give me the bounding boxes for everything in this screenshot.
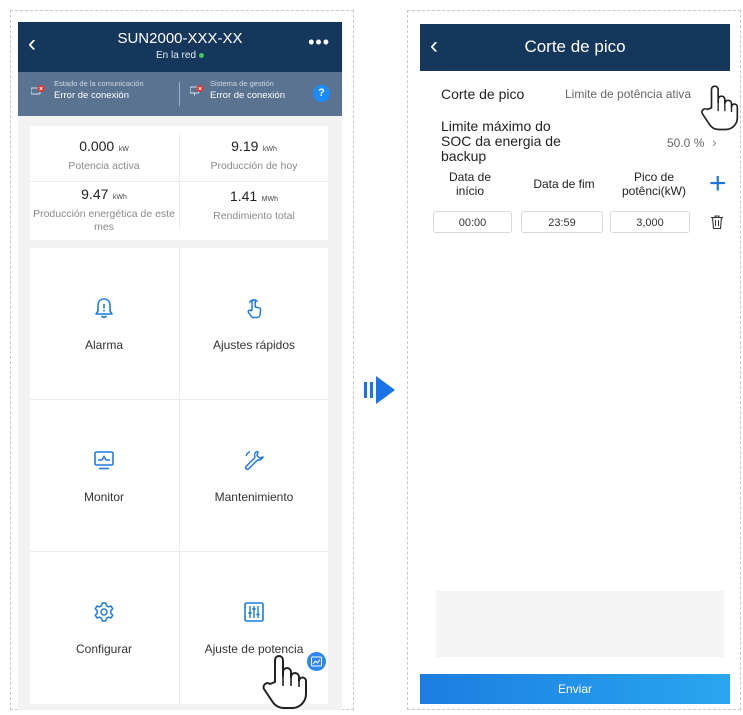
col-start-header: Data de início <box>438 170 502 198</box>
kpi-label: Producción energética de este mes <box>33 208 175 233</box>
wrench-icon <box>244 450 264 471</box>
pointing-hand-icon <box>701 85 739 131</box>
start-time-input[interactable]: 00:00 <box>433 211 512 233</box>
menu-alarma[interactable]: Alarma <box>30 248 178 399</box>
comm-error-icon <box>31 85 45 95</box>
kpi-label: Rendimiento total <box>213 210 295 222</box>
soc-label-line: backup <box>441 148 487 164</box>
bell-icon <box>95 298 113 319</box>
mode-label: Corte de pico <box>441 86 525 102</box>
grid-status: En la red <box>18 50 342 61</box>
submit-button[interactable]: Enviar <box>420 674 730 704</box>
trash-icon[interactable] <box>709 214 725 230</box>
col-peak-line: potênci(kW) <box>621 184 686 198</box>
col-peak-header: Pico de potênci(kW) <box>616 170 692 198</box>
kpi-label: Potencia activa <box>68 160 140 172</box>
kpi-value: 0.000 <box>79 138 115 154</box>
app-header: ‹ SUN2000-XXX-XX En la red ••• <box>18 22 342 72</box>
status-bar: Estado de la comunicación Error de conex… <box>18 72 342 116</box>
menu-label: Configurar <box>75 642 133 656</box>
kpi-active-power: 0.000 kW Potencia activa <box>30 138 178 173</box>
help-button[interactable]: ? <box>313 85 330 102</box>
kpi-value: 9.47 <box>81 186 109 202</box>
app-header: ‹ Corte de pico <box>420 24 730 71</box>
kpi-unit: kWh <box>112 194 127 201</box>
col-start-line: Data de <box>448 170 492 184</box>
end-time-input[interactable]: 23:59 <box>521 211 603 233</box>
chart-badge-icon[interactable] <box>307 652 326 671</box>
function-grid: Alarma Ajustes rápidos Monitor Mantenimi… <box>30 248 328 704</box>
sliders-icon <box>244 602 264 622</box>
menu-mantenimiento[interactable]: Mantenimiento <box>180 400 328 551</box>
grid-status-text: En la red <box>155 50 197 61</box>
chevron-right-icon[interactable]: › <box>712 134 717 150</box>
status-divider <box>179 82 180 106</box>
mgmt-error-icon <box>190 85 204 96</box>
trend-icon <box>311 656 322 667</box>
device-home-screen: ‹ SUN2000-XXX-XX En la red ••• Estado de… <box>18 22 342 710</box>
kpi-today-yield: 9.19 kWh Producción de hoy <box>180 138 328 173</box>
soc-value[interactable]: 50.0 % <box>667 136 704 150</box>
comm-status: Estado de la comunicación Error de conex… <box>54 79 144 101</box>
transition-arrow-icon <box>364 376 395 404</box>
page-title: Corte de pico <box>524 37 626 56</box>
kpi-total-yield: 1.41 MWh Rendimiento total <box>180 188 328 223</box>
kpi-label: Producción de hoy <box>210 160 298 172</box>
empty-info-panel <box>436 591 724 657</box>
comm-status-label: Estado de la comunicación <box>54 79 144 88</box>
soc-label: Limite máximo do SOC da energia de backu… <box>441 119 561 164</box>
more-dots-icon[interactable]: ••• <box>308 32 330 53</box>
col-start-line: início <box>455 184 484 198</box>
menu-label: Mantenimiento <box>214 490 294 504</box>
pointing-hand-icon <box>262 655 307 709</box>
kpi-value: 9.19 <box>231 138 259 154</box>
soc-label-line: SOC da energia de <box>441 133 561 149</box>
touch-icon <box>247 299 262 319</box>
menu-ajustes-rapidos[interactable]: Ajustes rápidos <box>180 248 328 399</box>
mgmt-status: Sistema de gestión Error de conexión <box>210 79 285 101</box>
menu-label: Monitor <box>83 490 124 504</box>
kpi-unit: MWh <box>261 196 279 203</box>
mgmt-status-label: Sistema de gestión <box>210 79 274 88</box>
add-row-plus-icon[interactable]: + <box>709 169 727 199</box>
kpi-unit: kWh <box>262 146 277 153</box>
menu-label: Alarma <box>84 338 123 352</box>
menu-monitor[interactable]: Monitor <box>30 400 178 551</box>
kpi-unit: kW <box>118 146 129 153</box>
peak-power-input[interactable]: 3,000 <box>610 211 690 233</box>
peak-shaving-screen: ‹ Corte de pico Corte de pico Limite de … <box>420 24 730 704</box>
mgmt-status-value: Error de conexión <box>210 90 285 101</box>
kpi-value: 1.41 <box>229 188 258 204</box>
device-title: SUN2000-XXX-XX <box>117 30 243 47</box>
mode-value[interactable]: Limite de potência ativa <box>565 87 691 101</box>
gear-icon <box>94 602 114 622</box>
comm-status-value: Error de conexión <box>54 90 129 101</box>
kpi-month-yield: 9.47 kWh Producción energética de este m… <box>30 186 178 234</box>
menu-configurar[interactable]: Configurar <box>30 552 178 703</box>
col-peak-line: Pico de <box>633 170 675 184</box>
soc-label-line: Limite máximo do <box>441 118 551 134</box>
menu-label: Ajustes rápidos <box>212 338 296 352</box>
col-end-header: Data de fim <box>533 177 595 191</box>
monitor-icon <box>94 451 114 470</box>
online-dot-icon <box>199 52 205 58</box>
